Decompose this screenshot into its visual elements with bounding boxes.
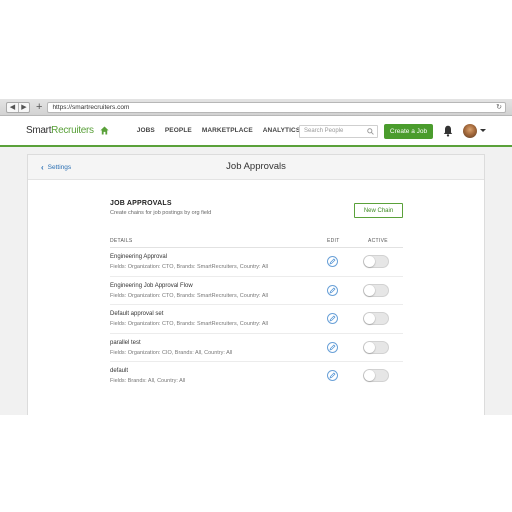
search-input[interactable]: Search People	[299, 125, 378, 138]
table-row: Engineering Job Approval Flow Fields: Or…	[110, 277, 403, 305]
nav-people[interactable]: PEOPLE	[165, 127, 192, 134]
logo[interactable]: SmartRecruiters	[26, 125, 94, 136]
edit-button[interactable]	[327, 313, 338, 324]
active-toggle[interactable]	[363, 312, 389, 325]
edit-button[interactable]	[327, 256, 338, 267]
active-toggle[interactable]	[363, 340, 389, 354]
avatar[interactable]	[463, 124, 477, 138]
toggle-knob	[364, 256, 375, 267]
url-text: https://smartrecruiters.com	[52, 103, 130, 111]
section-header: JOB APPROVALS Create chains for job post…	[110, 200, 403, 218]
chain-fields: Fields: Brands: All, Country: All	[110, 378, 186, 384]
chain-name: Engineering Approval	[110, 254, 168, 260]
card-header: ‹ Settings Job Approvals	[28, 155, 484, 180]
top-navigation: SmartRecruiters JOBS PEOPLE MARKETPLACE …	[0, 116, 512, 147]
chain-fields: Fields: Organization: CTO, Brands: Smart…	[110, 264, 268, 270]
history-buttons: ◀ ▶	[6, 101, 30, 113]
back-icon[interactable]: ◀	[7, 103, 18, 112]
chevron-down-icon[interactable]	[480, 129, 486, 132]
chain-name: Default approval set	[110, 311, 164, 317]
column-details: DETAILS	[110, 238, 133, 244]
active-toggle[interactable]	[363, 255, 389, 268]
pencil-icon	[329, 287, 336, 293]
chain-name: Engineering Job Approval Flow	[110, 282, 193, 289]
page-title: Job Approvals	[226, 161, 286, 172]
edit-button[interactable]	[327, 341, 338, 353]
nav-jobs[interactable]: JOBS	[137, 127, 155, 134]
column-edit: EDIT	[327, 238, 340, 244]
chain-fields: Fields: Organization: CIO, Brands: All, …	[110, 349, 233, 356]
table-row: parallel test Fields: Organization: CIO,…	[110, 334, 403, 362]
chain-fields: Fields: Organization: CTO, Brands: Smart…	[110, 292, 268, 299]
edit-button[interactable]	[327, 284, 338, 296]
job-approvals-card: ‹ Settings Job Approvals JOB APPROVALS C…	[27, 154, 485, 415]
toggle-knob	[364, 341, 375, 353]
logo-smart: Smart	[26, 125, 52, 136]
chain-fields: Fields: Organization: CTO, Brands: Smart…	[110, 321, 268, 327]
active-toggle[interactable]	[363, 283, 389, 297]
toggle-knob	[364, 313, 375, 324]
toggle-knob	[364, 370, 375, 381]
toggle-knob	[364, 284, 375, 296]
pencil-icon	[329, 372, 336, 379]
browser-window: ◀ ▶ + https://smartrecruiters.com ↻ Smar…	[0, 99, 512, 415]
logo-recruiters: Recruiters	[51, 125, 94, 136]
bell-icon[interactable]	[443, 125, 453, 137]
column-active: ACTIVE	[368, 238, 388, 244]
nav-marketplace[interactable]: MARKETPLACE	[202, 127, 253, 134]
search-placeholder: Search People	[304, 128, 344, 134]
new-chain-button[interactable]: New Chain	[354, 203, 403, 218]
reload-icon[interactable]: ↻	[496, 103, 502, 112]
table-header: DETAILS EDIT ACTIVE	[110, 236, 403, 248]
pencil-icon	[329, 315, 336, 322]
table-row: default Fields: Brands: All, Country: Al…	[110, 362, 403, 391]
address-bar[interactable]: https://smartrecruiters.com ↻	[47, 101, 506, 113]
approvals-table: DETAILS EDIT ACTIVE Engineering Approval…	[110, 236, 403, 391]
search-icon[interactable]	[367, 128, 374, 135]
pencil-icon	[329, 344, 336, 350]
table-row: Engineering Approval Fields: Organizatio…	[110, 248, 403, 277]
edit-button[interactable]	[327, 370, 338, 381]
table-row: Default approval set Fields: Organizatio…	[110, 305, 403, 334]
home-icon[interactable]	[100, 126, 109, 135]
active-toggle[interactable]	[363, 369, 389, 382]
chain-name: default	[110, 368, 129, 374]
nav-analytics[interactable]: ANALYTICS	[263, 127, 301, 134]
main-menu: JOBS PEOPLE MARKETPLACE ANALYTICS	[137, 127, 311, 134]
plus-icon[interactable]: +	[36, 101, 42, 113]
pencil-icon	[329, 258, 336, 265]
forward-icon[interactable]: ▶	[18, 102, 29, 112]
browser-toolbar: ◀ ▶ + https://smartrecruiters.com ↻	[0, 99, 512, 116]
create-job-button[interactable]: Create a Job	[384, 124, 433, 139]
chain-name: parallel test	[110, 339, 141, 346]
